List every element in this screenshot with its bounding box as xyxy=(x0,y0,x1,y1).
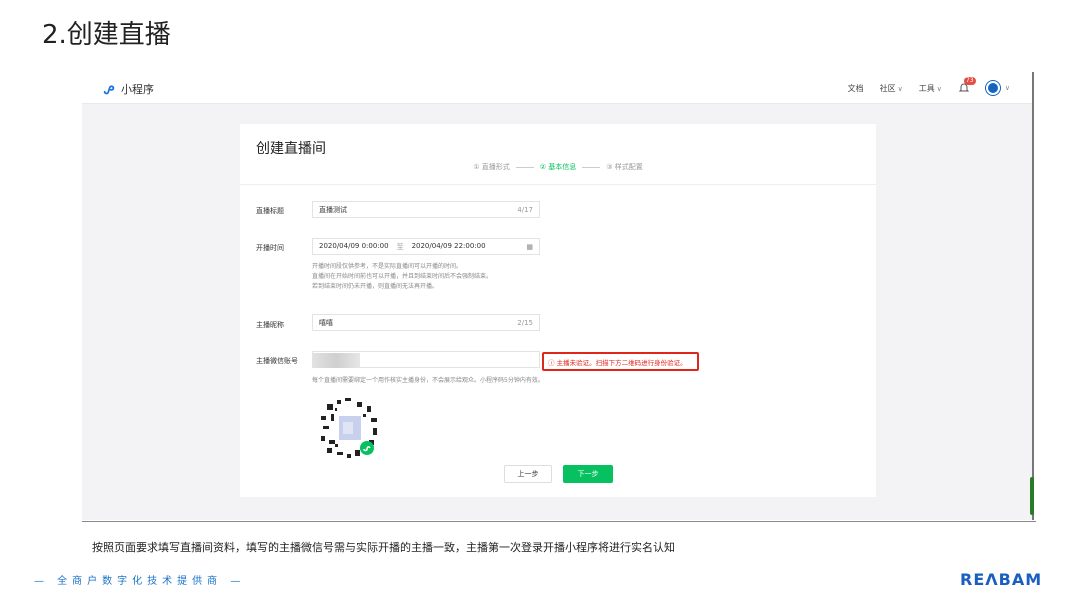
title-label: 直播标题 xyxy=(256,207,284,215)
anchor-value: 嘻嘻 xyxy=(319,318,333,327)
step-divider xyxy=(515,166,534,168)
slide-caption: 按照页面要求填写直播间资料，填写的主播微信号需与实际开播的主播一致，主播第一次登… xyxy=(92,541,675,554)
bell-icon[interactable]: 73 xyxy=(958,77,976,94)
nav-community-label: 社区 xyxy=(879,83,896,93)
title-counter: 4/17 xyxy=(517,205,533,214)
account-menu[interactable]: ∨ xyxy=(985,81,1010,95)
time-range-input[interactable]: 2020/04/09 0:00:00 至 2020/04/09 22:00:00… xyxy=(312,238,540,255)
avatar xyxy=(985,81,1000,95)
logo[interactable]: 小程序 xyxy=(102,81,154,97)
nav-tools[interactable]: 工具 ∨ xyxy=(919,83,942,94)
time-hint-line-2: 直播间在开始时间前也可以开播，并且到结束时间后不会强制结束。 xyxy=(312,273,493,280)
time-hint-line-3: 若到结束时间仍未开播，则直播间无法再开播。 xyxy=(312,283,439,290)
title-value: 直播测试 xyxy=(319,205,347,214)
scrollbar[interactable] xyxy=(1030,477,1034,515)
verification-warning: ⓘ 主播未验证。扫描下方二维码进行身份验证。 xyxy=(542,352,699,371)
time-range-values: 2020/04/09 0:00:00 至 2020/04/09 22:00:00 xyxy=(319,242,486,252)
wechat-label: 主播微信账号 xyxy=(256,357,298,365)
title-input[interactable]: 直播测试 4/17 xyxy=(312,201,540,218)
step-3: ③ 样式配置 xyxy=(606,163,643,171)
time-hint: 开播时间段仅供参考，不是实际直播间可以开播的时间。 直播间在开始时间前也可以开播… xyxy=(312,262,492,292)
nav-tools-label: 工具 xyxy=(918,83,935,93)
slide-title: 2.创建直播 xyxy=(42,20,171,50)
step-divider xyxy=(582,166,601,168)
time-separator: 至 xyxy=(396,242,404,251)
time-end: 2020/04/09 22:00:00 xyxy=(411,241,486,250)
brand-logo: REΛBAM xyxy=(960,570,1043,589)
create-live-card: 创建直播间 ① 直播形式 ② 基本信息 ③ 样式配置 直播标题 直播测试 4/1… xyxy=(240,124,876,497)
qr-code-icon xyxy=(315,394,383,462)
time-start: 2020/04/09 0:00:00 xyxy=(319,241,389,250)
time-hint-line-1: 开播时间段仅供参考，不是实际直播间可以开播的时间。 xyxy=(312,263,463,270)
chevron-down-icon: ∨ xyxy=(936,84,942,93)
time-label: 开播时间 xyxy=(256,244,284,252)
top-nav: 文档 社区 ∨ 工具 ∨ 73 ∨ xyxy=(848,77,1010,95)
footer-tagline: — 全商户数字化技术提供商 — xyxy=(34,576,246,587)
step-indicator: ① 直播形式 ② 基本信息 ③ 样式配置 xyxy=(240,162,876,172)
blurred-account xyxy=(312,353,360,368)
divider xyxy=(240,184,876,185)
anchor-counter: 2/15 xyxy=(517,318,533,327)
wechat-hint: 每个直播间需要绑定一个用作核实主播身份，不会展示给观众。小程序码5分钟内有效。 xyxy=(312,377,544,384)
chevron-down-icon: ∨ xyxy=(1004,84,1010,92)
anchor-label: 主播昵称 xyxy=(256,321,284,329)
step-1: ① 直播形式 xyxy=(473,163,510,171)
prev-step-button[interactable]: 上一步 xyxy=(504,465,552,483)
chevron-down-icon: ∨ xyxy=(897,84,903,93)
anchor-input[interactable]: 嘻嘻 2/15 xyxy=(312,314,540,331)
calendar-icon: ▦ xyxy=(526,242,533,251)
nav-community[interactable]: 社区 ∨ xyxy=(880,83,903,94)
bottom-rule xyxy=(82,521,1036,522)
next-step-button[interactable]: 下一步 xyxy=(563,465,613,483)
mini-program-icon xyxy=(103,85,115,95)
screenshot-frame: 小程序 文档 社区 ∨ 工具 ∨ 73 ∨ 创建直播间 ① 直播形式 ② 基本信… xyxy=(82,72,1034,520)
top-bar: 小程序 文档 社区 ∨ 工具 ∨ 73 ∨ xyxy=(82,72,1032,104)
card-title: 创建直播间 xyxy=(256,141,326,157)
nav-docs[interactable]: 文档 xyxy=(848,83,864,94)
app-name: 小程序 xyxy=(121,83,154,96)
slide: 2.创建直播 小程序 文档 社区 ∨ 工具 ∨ 73 ∨ 创建直播间 ① 直播形… xyxy=(0,0,1067,600)
notification-badge: 73 xyxy=(963,77,976,85)
step-2: ② 基本信息 xyxy=(539,163,577,171)
